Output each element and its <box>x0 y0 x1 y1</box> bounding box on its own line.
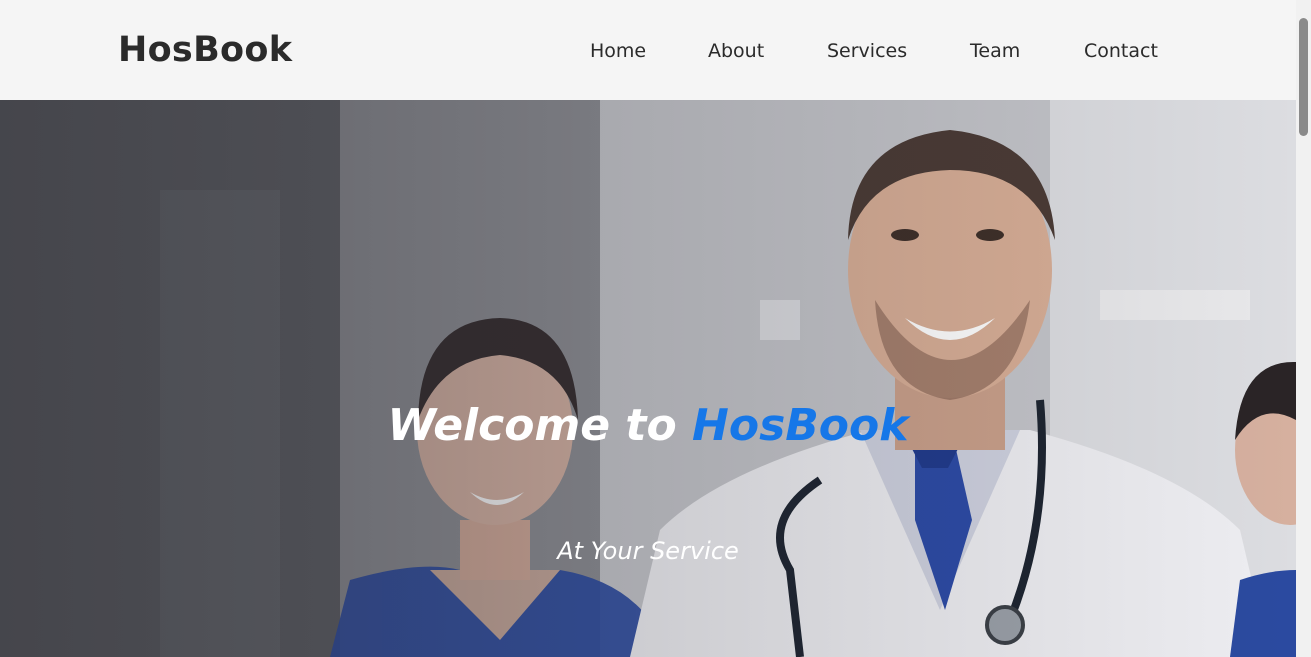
hero-section: Welcome to HosBook At Your Service <box>0 100 1296 657</box>
vertical-scrollbar[interactable] <box>1296 0 1311 657</box>
nav-contact[interactable]: Contact <box>1084 40 1158 62</box>
nav-home[interactable]: Home <box>590 40 646 62</box>
hero-title: Welcome to HosBook <box>0 400 1296 451</box>
site-header: HosBook Home About Services Team Contact <box>0 0 1296 100</box>
nav-about[interactable]: About <box>708 40 764 62</box>
scrollbar-thumb[interactable] <box>1299 18 1308 136</box>
nav-team[interactable]: Team <box>970 40 1020 62</box>
hero-overlay <box>0 100 1296 657</box>
hero-title-brand: HosBook <box>692 400 909 451</box>
hero-title-prefix: Welcome to <box>387 400 677 451</box>
hero-subtitle: At Your Service <box>557 537 739 565</box>
page: HosBook Home About Services Team Contact <box>0 0 1311 657</box>
nav-services[interactable]: Services <box>827 40 907 62</box>
main-nav: Home About Services Team Contact <box>0 40 1296 64</box>
